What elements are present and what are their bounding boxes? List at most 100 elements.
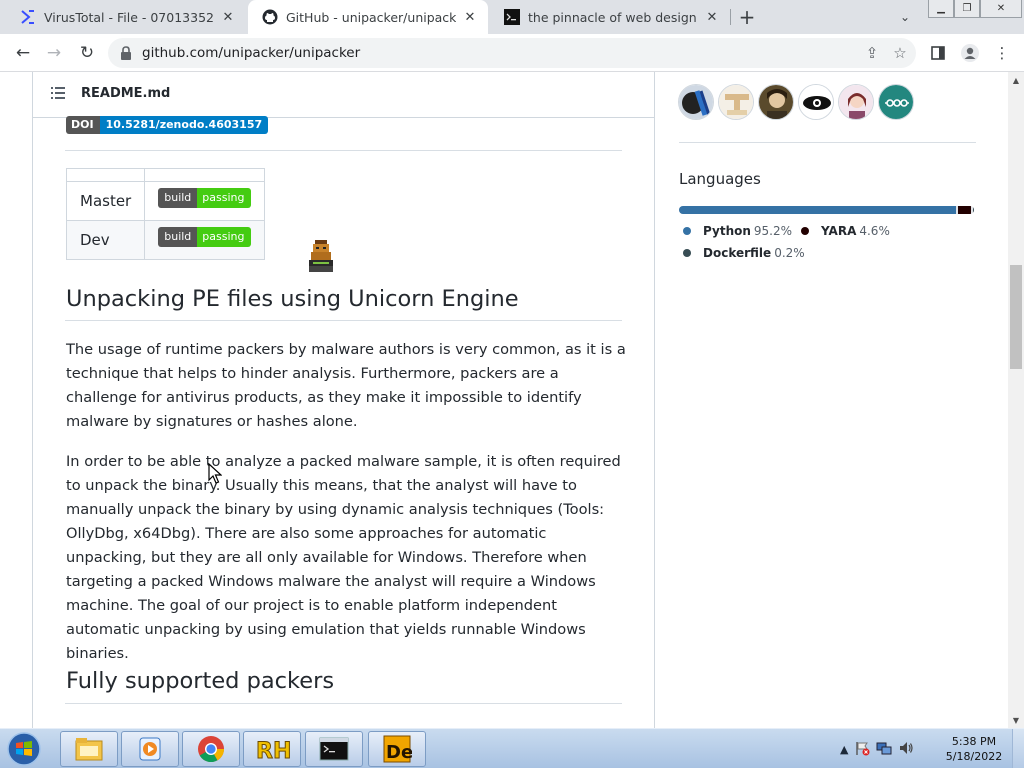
- avatar[interactable]: [878, 84, 914, 120]
- explorer-icon[interactable]: [60, 731, 118, 767]
- language-item-python[interactable]: Python 95.2%: [683, 224, 792, 238]
- restore-icon[interactable]: ❐: [954, 0, 980, 18]
- language-name: YARA: [821, 224, 857, 238]
- language-percent: 4.6%: [859, 224, 890, 238]
- windows-taskbar: RH De ▲ 5:38 PM 5/18/2022: [0, 728, 1024, 768]
- new-tab-button[interactable]: +: [736, 5, 758, 29]
- start-button-icon[interactable]: [4, 731, 44, 767]
- avatar[interactable]: [838, 84, 874, 120]
- action-center-flag-icon[interactable]: [854, 740, 870, 759]
- back-arrow-icon[interactable]: ←: [12, 42, 34, 64]
- side-panel-icon[interactable]: [928, 43, 948, 63]
- scroll-thumb[interactable]: [1010, 265, 1022, 369]
- system-tray: ▲: [840, 735, 914, 763]
- languages-heading: Languages: [679, 170, 761, 188]
- sidebar-divider: [679, 142, 976, 143]
- tab-virustotal[interactable]: VirusTotal - File - 070133525a50e ✕: [6, 0, 246, 34]
- table-row: Dev build passing: [65, 220, 265, 260]
- network-icon[interactable]: [876, 740, 892, 759]
- build-passing-badge[interactable]: build passing: [158, 227, 251, 247]
- pixel-character-icon: [309, 240, 333, 272]
- readme-filename[interactable]: README.md: [81, 86, 170, 101]
- section-heading: Unpacking PE files using Unicorn Engine: [66, 286, 519, 312]
- avatar[interactable]: [678, 84, 714, 120]
- forward-arrow-icon[interactable]: →: [43, 42, 65, 64]
- table-of-contents-icon[interactable]: [51, 87, 65, 99]
- de-icon[interactable]: De: [368, 731, 426, 767]
- readme-header: README.md: [33, 72, 654, 118]
- tab-separator: [730, 9, 731, 25]
- language-name: Dockerfile: [703, 246, 772, 260]
- close-tab-icon[interactable]: ✕: [704, 9, 720, 25]
- language-item-yara[interactable]: YARA 4.6%: [801, 224, 890, 238]
- divider: [65, 150, 622, 151]
- browser-toolbar: ← → ↻ github.com/unipacker/unipacker ⇪ ☆…: [0, 34, 1024, 72]
- tab-github[interactable]: GitHub - unipacker/unipacker: A ✕: [248, 0, 488, 34]
- avatar[interactable]: [758, 84, 794, 120]
- badge-right: passing: [197, 188, 251, 208]
- minimize-icon[interactable]: ▁: [928, 0, 954, 18]
- language-percent: 0.2%: [774, 246, 805, 260]
- bookmark-star-icon[interactable]: ☆: [890, 43, 910, 63]
- page-viewport: README.md DOI 10.5281/zenodo.4603157 Mas…: [0, 72, 1008, 728]
- build-status-table: Master build passing Dev build passing: [65, 168, 265, 260]
- paragraph: The usage of runtime packers by malware …: [66, 341, 626, 430]
- show-hidden-icons-icon[interactable]: ▲: [840, 743, 848, 756]
- rh-icon[interactable]: RH: [243, 731, 301, 767]
- page-scrollbar[interactable]: ▲ ▼: [1008, 72, 1024, 728]
- profile-avatar-icon[interactable]: [960, 43, 980, 63]
- volume-icon[interactable]: [898, 740, 914, 759]
- badge-right: passing: [197, 227, 251, 247]
- tab-strip: VirusTotal - File - 070133525a50e ✕ GitH…: [0, 0, 1024, 34]
- language-segment-yara[interactable]: [958, 206, 972, 214]
- tab-search-icon[interactable]: ⌄: [896, 8, 914, 26]
- show-desktop-button[interactable]: [1012, 729, 1024, 768]
- svg-text:RH: RH: [256, 739, 290, 763]
- tab-title: the pinnacle of web design: [528, 9, 697, 25]
- branch-name: Dev: [65, 220, 146, 260]
- doi-label: DOI: [66, 116, 100, 134]
- cmd-icon[interactable]: [305, 731, 363, 767]
- section-heading: Fully supported packers: [66, 668, 335, 694]
- badge-left: build: [158, 188, 198, 208]
- scroll-down-icon[interactable]: ▼: [1008, 712, 1024, 728]
- contributors-avatars: [678, 84, 914, 120]
- tab-pinnacle[interactable]: the pinnacle of web design ✕: [490, 0, 730, 34]
- github-icon: [262, 9, 278, 25]
- svg-text:De: De: [386, 742, 412, 763]
- doi-badge[interactable]: DOI 10.5281/zenodo.4603157: [66, 116, 269, 134]
- address-bar[interactable]: github.com/unipacker/unipacker ⇪ ☆: [108, 38, 916, 68]
- branch-name: Master: [65, 181, 146, 221]
- divider: [65, 703, 622, 704]
- language-item-dockerfile[interactable]: Dockerfile 0.2%: [683, 246, 805, 260]
- doi-value: 10.5281/zenodo.4603157: [99, 116, 269, 134]
- window-close-icon[interactable]: ✕: [980, 0, 1022, 18]
- scroll-up-icon[interactable]: ▲: [1008, 72, 1024, 88]
- build-badge-cell: build passing: [144, 181, 265, 221]
- language-segment-dockerfile[interactable]: [973, 206, 974, 214]
- url-text: github.com/unipacker/unipacker: [142, 45, 361, 61]
- readme-panel: README.md DOI 10.5281/zenodo.4603157 Mas…: [32, 72, 655, 728]
- mouse-cursor-icon: [208, 463, 222, 484]
- chrome-icon[interactable]: [182, 731, 240, 767]
- window-controls: ▁ ❐ ✕: [928, 0, 1022, 18]
- share-icon[interactable]: ⇪: [862, 43, 882, 63]
- divider: [65, 320, 622, 321]
- terminal-favicon-icon: [504, 9, 520, 25]
- dockerfile-color-dot: [683, 248, 691, 257]
- clock-time: 5:38 PM: [951, 735, 997, 748]
- reload-icon[interactable]: ↻: [76, 42, 98, 64]
- table-row: Master build passing: [65, 181, 265, 221]
- media-player-icon[interactable]: [121, 731, 179, 767]
- avatar[interactable]: [798, 84, 834, 120]
- avatar[interactable]: [718, 84, 754, 120]
- close-tab-icon[interactable]: ✕: [220, 9, 236, 25]
- language-segment-python[interactable]: [679, 206, 957, 214]
- clock-date: 5/18/2022: [945, 750, 1003, 763]
- build-passing-badge[interactable]: build passing: [158, 188, 251, 208]
- table-header-cell: [144, 168, 265, 182]
- taskbar-clock[interactable]: 5:38 PM 5/18/2022: [940, 734, 1008, 764]
- close-tab-icon[interactable]: ✕: [462, 9, 478, 25]
- menu-dots-icon[interactable]: ⋮: [992, 43, 1012, 63]
- tab-title: GitHub - unipacker/unipacker: A: [286, 9, 456, 25]
